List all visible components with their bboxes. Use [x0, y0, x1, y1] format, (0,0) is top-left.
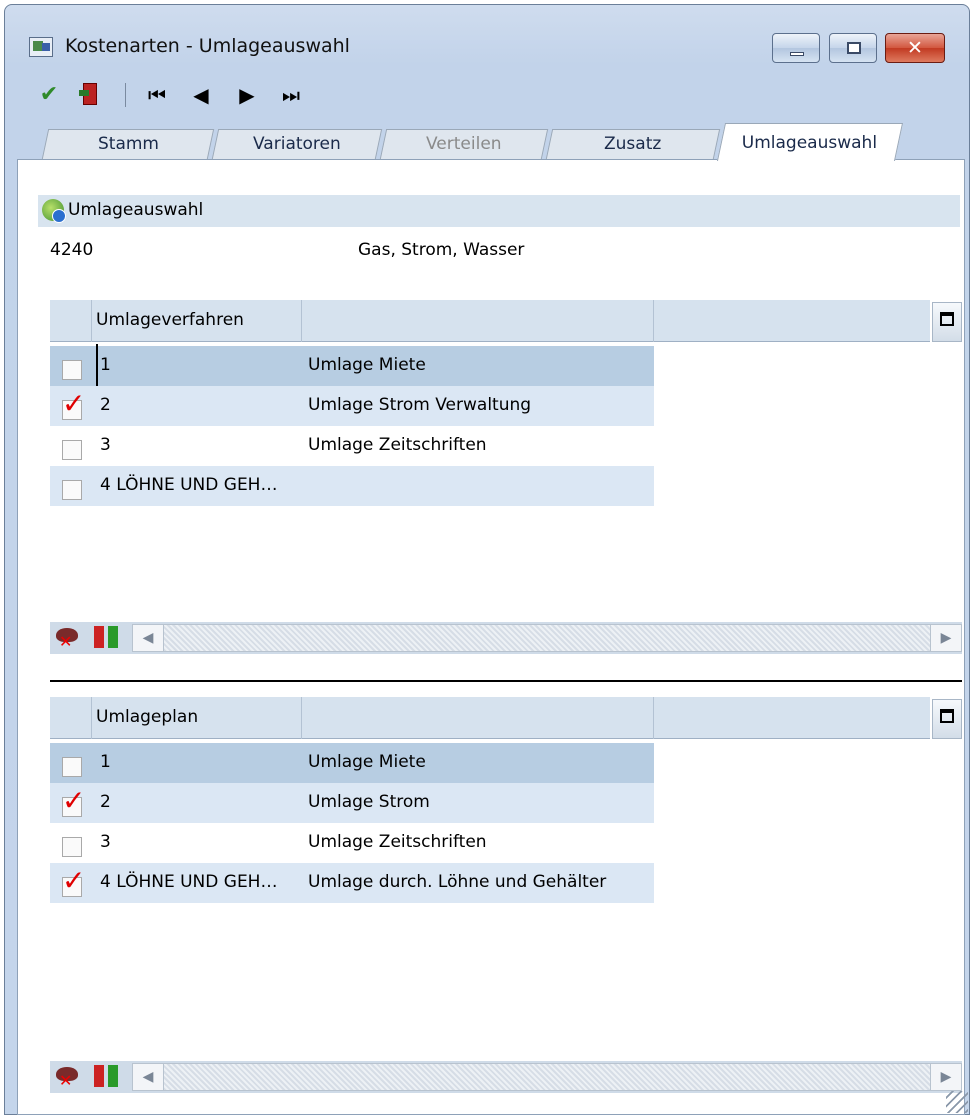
- account-name: Gas, Strom, Wasser: [358, 240, 525, 260]
- header-corner: [50, 300, 92, 342]
- close-button[interactable]: ✕: [885, 33, 945, 63]
- maximize-button[interactable]: [829, 33, 877, 63]
- horizontal-scrollbar[interactable]: [164, 624, 930, 652]
- table-row[interactable]: 1 Umlage Miete: [50, 344, 654, 386]
- checkmark-icon: ✓: [62, 784, 86, 817]
- close-icon: ✕: [907, 37, 923, 59]
- cell-number: 1: [100, 752, 111, 772]
- checkmark-icon: ✓: [62, 387, 86, 420]
- grid-header: Umlageplan: [50, 697, 930, 739]
- sort-columns-icon[interactable]: [92, 1065, 122, 1089]
- cell-number: 4 LÖHNE UND GEH…: [100, 475, 278, 495]
- tab-umlageauswahl[interactable]: Umlageauswahl: [716, 123, 904, 161]
- cell-number: 4 LÖHNE UND GEH…: [100, 872, 278, 892]
- tab-variatoren[interactable]: Variatoren: [211, 129, 383, 159]
- window-title: Kostenarten - Umlageauswahl: [65, 35, 350, 57]
- grid-column-menu-button[interactable]: [932, 699, 962, 739]
- first-record-icon[interactable]: ⏮: [143, 81, 171, 109]
- scroll-left-button[interactable]: ◀: [132, 624, 164, 652]
- row-checkbox[interactable]: [62, 837, 82, 857]
- globe-users-icon: [42, 199, 66, 223]
- account-number: 4240: [50, 240, 94, 260]
- exit-door-icon[interactable]: [77, 81, 105, 109]
- minimize-icon: [790, 52, 804, 56]
- minimize-button[interactable]: [772, 33, 820, 63]
- cell-description: Umlage Zeitschriften: [308, 832, 487, 852]
- grid-header: Umlageverfahren: [50, 300, 930, 342]
- checkmark-icon: ✓: [62, 864, 86, 897]
- checkmark-icon[interactable]: ✔: [35, 81, 63, 109]
- remove-filter-icon[interactable]: [54, 626, 82, 651]
- resize-grip[interactable]: [946, 1091, 968, 1113]
- window-icon: [940, 312, 954, 326]
- horizontal-scrollbar[interactable]: [164, 1063, 930, 1091]
- cell-number: 2: [100, 792, 111, 812]
- table-row[interactable]: 1 Umlage Miete: [50, 743, 654, 783]
- cell-description: Umlage Zeitschriften: [308, 435, 487, 455]
- column-header-bezeichnung[interactable]: [302, 697, 654, 739]
- app-icon: [29, 37, 53, 57]
- table-row[interactable]: 3 Umlage Zeitschriften: [50, 426, 654, 466]
- tab-zusatz[interactable]: Zusatz: [545, 129, 721, 159]
- scroll-right-button[interactable]: ▶: [930, 624, 962, 652]
- scroll-right-button[interactable]: ▶: [930, 1063, 962, 1091]
- cell-description: Umlage durch. Löhne und Gehälter: [308, 872, 607, 892]
- window-icon: [940, 709, 954, 723]
- column-header-umlageverfahren[interactable]: Umlageverfahren: [92, 300, 302, 342]
- column-header-bezeichnung[interactable]: [302, 300, 654, 342]
- table-row[interactable]: 4 LÖHNE UND GEH…: [50, 466, 654, 506]
- grid-splitter[interactable]: [50, 680, 962, 684]
- cell-description: Umlage Strom: [308, 792, 430, 812]
- section-header: Umlageauswahl: [38, 195, 960, 227]
- toolbar-separator: [125, 83, 126, 107]
- section-title: Umlageauswahl: [68, 200, 204, 220]
- tab-verteilen[interactable]: Verteilen: [379, 129, 549, 159]
- table-row[interactable]: ✓ 4 LÖHNE UND GEH… Umlage durch. Löhne u…: [50, 863, 654, 903]
- next-record-icon[interactable]: ▶: [233, 81, 261, 109]
- tab-stamm[interactable]: Stamm: [41, 129, 215, 159]
- grid-footer: ◀ ▶: [50, 1061, 962, 1093]
- grid-column-menu-button[interactable]: [932, 302, 962, 342]
- column-header-umlageplan[interactable]: Umlageplan: [92, 697, 302, 739]
- cell-description: Umlage Miete: [308, 752, 426, 772]
- cell-number: 1: [100, 355, 111, 375]
- cell-description: Umlage Miete: [308, 355, 426, 375]
- cell-number: 3: [100, 832, 111, 852]
- row-checkbox[interactable]: [62, 480, 82, 500]
- title-bar[interactable]: Kostenarten - Umlageauswahl ✕: [5, 5, 969, 79]
- row-checkbox[interactable]: [62, 360, 82, 380]
- focus-marker: [96, 344, 98, 386]
- toolbar: ✔ ⏮ ◀ ▶ ⏭: [25, 81, 355, 111]
- cell-number: 2: [100, 395, 111, 415]
- row-checkbox[interactable]: [62, 440, 82, 460]
- last-record-icon[interactable]: ⏭: [277, 81, 305, 109]
- table-row[interactable]: ✓ 2 Umlage Strom: [50, 783, 654, 823]
- umlageplan-grid: Umlageplan 1 Umlage Miete ✓ 2 Umlage Str…: [50, 697, 962, 1099]
- header-corner: [50, 697, 92, 739]
- tab-bar: Stamm Variatoren Verteilen Zusatz Umlage…: [35, 123, 972, 161]
- grid-footer: ◀ ▶: [50, 622, 962, 654]
- cell-description: Umlage Strom Verwaltung: [308, 395, 532, 415]
- row-checkbox[interactable]: [62, 757, 82, 777]
- maximize-icon: [847, 42, 861, 54]
- umlageverfahren-grid: Umlageverfahren 1 Umlage Miete ✓ 2 Umlag…: [50, 300, 962, 660]
- table-row[interactable]: 3 Umlage Zeitschriften: [50, 823, 654, 863]
- remove-filter-icon[interactable]: [54, 1065, 82, 1090]
- previous-record-icon[interactable]: ◀: [187, 81, 215, 109]
- sort-columns-icon[interactable]: [92, 626, 122, 650]
- cell-number: 3: [100, 435, 111, 455]
- table-row[interactable]: ✓ 2 Umlage Strom Verwaltung: [50, 386, 654, 426]
- scroll-left-button[interactable]: ◀: [132, 1063, 164, 1091]
